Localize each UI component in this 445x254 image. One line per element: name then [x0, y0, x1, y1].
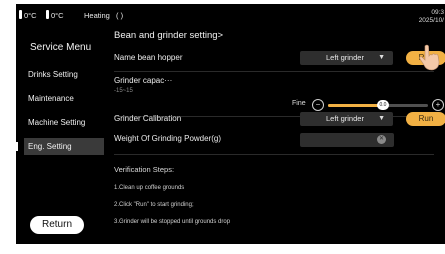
verification-title: Verification Steps: — [114, 165, 175, 174]
clock-date: 2025/10/ — [418, 17, 444, 24]
thermometer-icon — [19, 10, 22, 19]
divider — [114, 154, 434, 155]
calibration-label: Grinder Calibration — [114, 114, 182, 123]
weight-input[interactable]: ✕ — [300, 133, 394, 147]
caret-down-icon: ▼ — [378, 115, 385, 122]
fine-label: Fine — [292, 100, 306, 107]
sidebar: Service Menu Drinks Setting Maintenance … — [16, 26, 110, 244]
sidebar-item-eng-setting[interactable]: Eng. Setting — [24, 138, 104, 155]
page-title: Bean and grinder setting> — [114, 30, 224, 41]
weight-label: Weight Of Grinding Powder(g) — [114, 134, 222, 143]
loading-icon: ( ) — [116, 11, 124, 20]
verification-step: 1.Clean up coffee grounds — [114, 185, 185, 191]
clock-time: 09:3 — [431, 9, 444, 16]
calibration-run-button[interactable]: Run — [406, 112, 445, 126]
increase-button[interactable]: + — [432, 99, 444, 111]
temperature-1: 0°C — [24, 11, 37, 20]
status-text: Heating — [84, 11, 110, 20]
grinder-capacity-range: -15~15 — [114, 88, 133, 94]
clear-icon[interactable]: ✕ — [377, 135, 386, 144]
grinder-capacity-label: Grinder capac··· — [114, 76, 173, 85]
tap-hand-icon — [419, 44, 440, 71]
screen: 0°C 0°C Heating ( ) 09:3 2025/10/ Servic… — [16, 4, 445, 244]
calibration-select[interactable]: Left grinder ▼ — [300, 112, 393, 126]
hopper-select-value: Left grinder — [326, 53, 364, 62]
verification-step: 3.Grinder will be stopped until grounds … — [114, 219, 231, 225]
grind-slider[interactable]: 0.0 — [328, 100, 428, 110]
hopper-select[interactable]: Left grinder ▼ — [300, 51, 393, 65]
thermometer-icon — [46, 10, 49, 19]
calibration-select-value: Left grinder — [326, 114, 364, 123]
hopper-label: Name bean hopper — [114, 53, 183, 62]
divider — [114, 71, 434, 72]
temperature-2: 0°C — [51, 11, 64, 20]
decrease-button[interactable]: − — [312, 99, 324, 111]
verification-step: 2.Click "Run" to start grinding; — [114, 202, 194, 208]
sidebar-title: Service Menu — [30, 42, 92, 53]
caret-down-icon: ▼ — [378, 54, 385, 61]
sidebar-item-maintenance[interactable]: Maintenance — [24, 90, 104, 107]
slider-fill — [328, 104, 383, 107]
sidebar-item-machine-setting[interactable]: Machine Setting — [24, 114, 104, 131]
sidebar-item-drinks-setting[interactable]: Drinks Setting — [24, 66, 104, 83]
main-panel: Bean and grinder setting> Name bean hopp… — [110, 26, 445, 244]
return-button[interactable]: Return — [30, 216, 84, 234]
active-indicator — [16, 142, 18, 151]
slider-knob[interactable]: 0.0 — [377, 100, 389, 110]
